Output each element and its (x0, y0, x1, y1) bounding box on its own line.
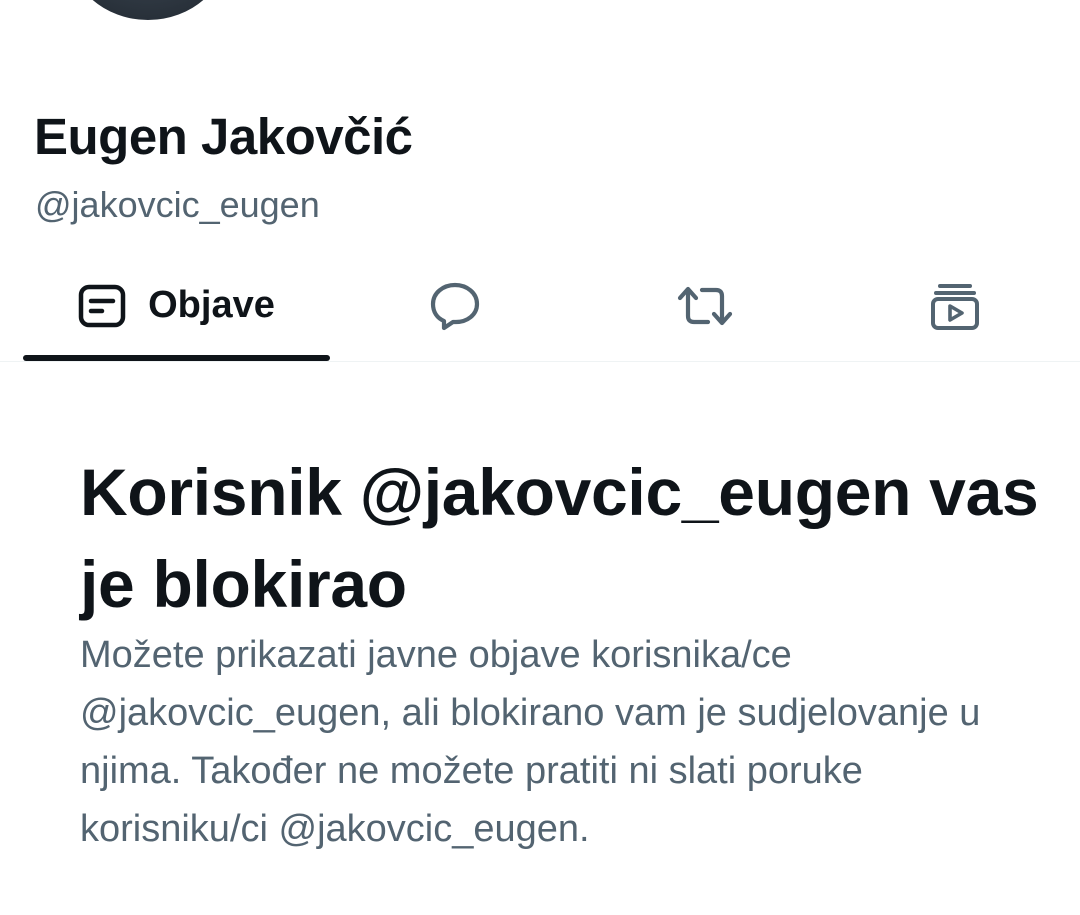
tab-replies[interactable] (330, 250, 580, 361)
active-tab-indicator (23, 355, 330, 361)
profile-tabs: Objave (0, 250, 1080, 362)
blocked-description: Možete prikazati javne objave korisnika/… (80, 634, 981, 850)
avatar[interactable] (64, 0, 232, 24)
profile-display-name: Eugen Jakovčić (34, 108, 413, 165)
profile-page: Eugen Jakovčić @jakovcic_eugen Objave Ko… (0, 0, 1080, 915)
tab-posts[interactable]: Objave (23, 250, 330, 361)
reposts-icon (676, 284, 734, 328)
posts-icon (78, 284, 126, 328)
profile-handle: @jakovcic_eugen (35, 184, 320, 225)
media-icon (930, 281, 980, 331)
blocked-title: Korisnik @jakovcic_eugen vas je blokirao (80, 455, 1039, 621)
tab-reposts[interactable] (580, 250, 830, 361)
replies-icon (429, 281, 481, 331)
tab-media[interactable] (830, 250, 1080, 361)
tab-posts-label: Objave (148, 284, 275, 326)
